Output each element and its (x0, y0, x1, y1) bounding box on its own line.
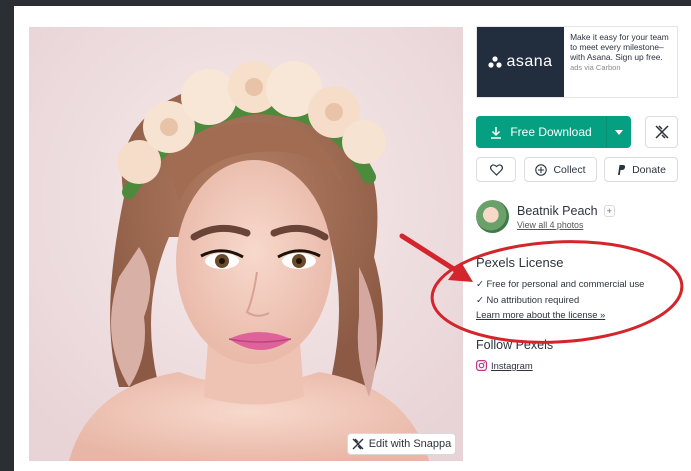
view-all-photos-link[interactable]: View all 4 photos (517, 220, 615, 230)
follow-plus-badge[interactable]: + (603, 204, 615, 217)
plus-circle-icon (535, 163, 548, 176)
portrait-image (29, 27, 463, 461)
asana-dots-icon (488, 56, 503, 68)
edit-with-snappa-label: Edit with Snappa (368, 438, 452, 450)
paypal-icon (618, 164, 626, 175)
author-name[interactable]: Beatnik Peach + (517, 204, 615, 218)
free-download-label: Free Download (510, 125, 592, 139)
instagram-link[interactable]: Instagram (476, 360, 533, 371)
download-options-button[interactable] (606, 116, 631, 148)
like-button[interactable] (476, 157, 516, 182)
license-learn-more-link[interactable]: Learn more about the license » (476, 309, 605, 320)
collect-button[interactable]: Collect (524, 157, 597, 182)
author-block: Beatnik Peach + View all 4 photos (476, 200, 615, 233)
license-item-free: ✓ Free for personal and commercial use (476, 278, 645, 289)
chevron-down-icon (615, 129, 623, 135)
snappa-edit-button[interactable] (645, 116, 678, 148)
download-icon (491, 126, 502, 139)
donate-button[interactable]: Donate (604, 157, 678, 182)
ad-brand: asana (506, 53, 553, 70)
snappa-icon (654, 125, 669, 139)
carbon-ad[interactable]: asana Make it easy for your team to meet… (476, 26, 678, 98)
ad-text: Make it easy for your team to meet every… (570, 32, 669, 63)
follow-title: Follow Pexels (476, 338, 554, 352)
main-photo[interactable] (29, 27, 463, 461)
download-group: Free Download (476, 116, 631, 148)
ad-via[interactable]: ads via Carbon (570, 63, 671, 73)
heart-icon (489, 163, 503, 176)
collect-label: Collect (553, 163, 586, 176)
ad-copy: Make it easy for your team to meet every… (564, 27, 677, 97)
instagram-label: Instagram (491, 360, 533, 371)
license-item-attribution: ✓ No attribution required (476, 294, 580, 305)
donate-label: Donate (632, 163, 666, 176)
avatar[interactable] (476, 200, 509, 233)
snappa-icon (352, 438, 364, 450)
edit-with-snappa-button[interactable]: Edit with Snappa (347, 433, 456, 455)
ad-logo: asana (477, 27, 565, 97)
author-name-text: Beatnik Peach (517, 203, 598, 218)
free-download-button[interactable]: Free Download (476, 116, 606, 148)
license-title: Pexels License (476, 255, 564, 270)
instagram-icon (476, 360, 487, 371)
